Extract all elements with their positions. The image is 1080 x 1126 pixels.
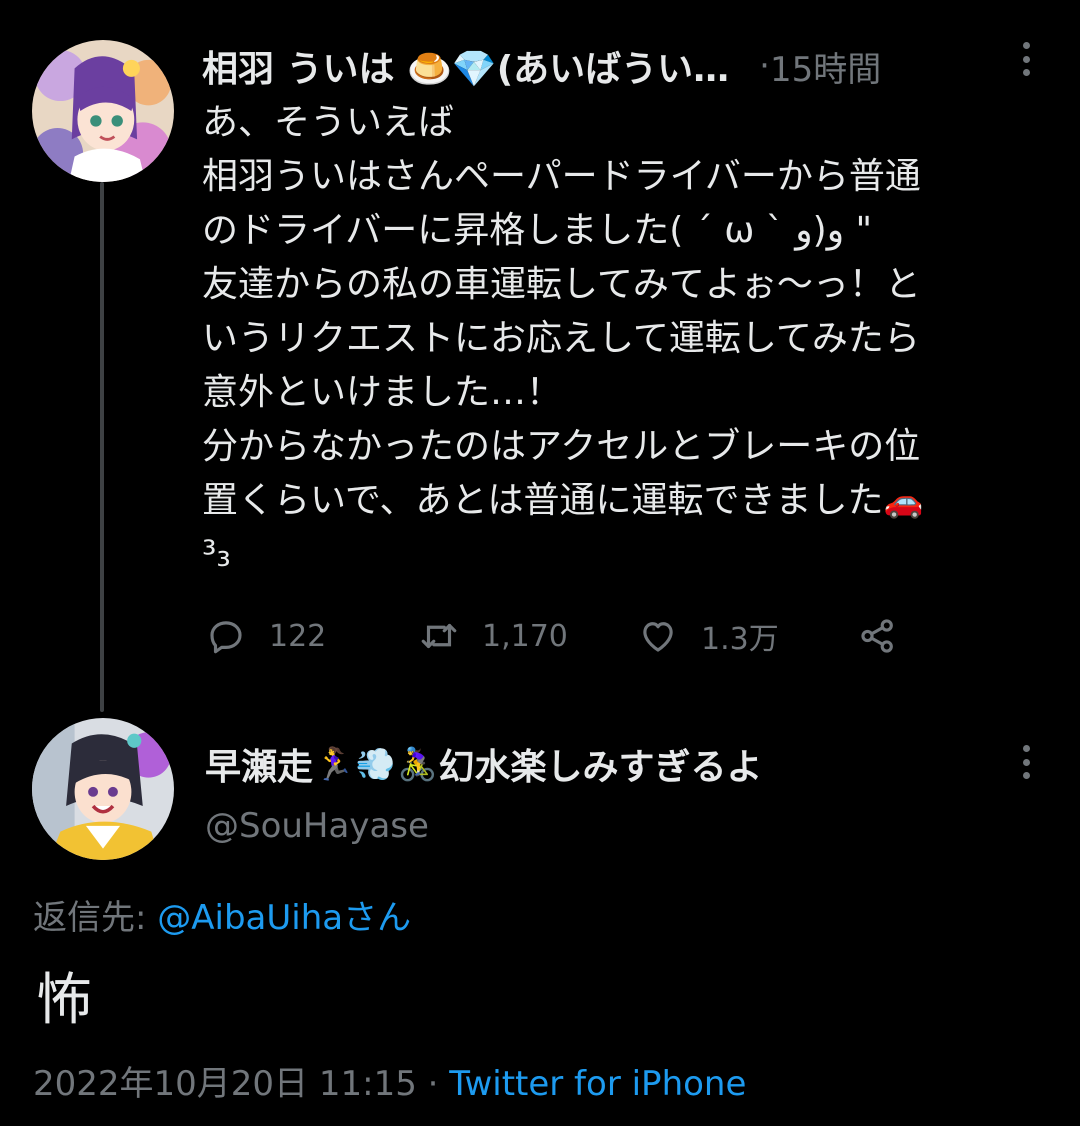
tweet-line: 置くらいで、あとは普通に運転できました <box>202 480 884 521</box>
reply-button[interactable]: 122 <box>205 608 326 664</box>
tweet-line: 分からなかったのはアクセルとブレーキの位 <box>202 426 921 467</box>
avatar-sou-hayase[interactable] <box>32 718 174 860</box>
more-vertical-icon[interactable] <box>1019 42 1033 76</box>
retweet-button[interactable]: 1,170 <box>418 608 568 664</box>
source-client-link[interactable]: Twitter for iPhone <box>449 1064 746 1104</box>
replying-to: 返信先: @AibaUihaさん <box>33 890 411 939</box>
thread-connector-line <box>100 182 104 712</box>
share-button[interactable] <box>857 608 899 664</box>
reply-display-name[interactable]: 早瀬走 🏃‍♀️ 💨 🚴‍♀️ 幻水楽しみすぎるよ <box>205 736 763 792</box>
tweet-line: のドライバーに昇格しました( ˊ ω ˋ و)و " <box>202 210 873 251</box>
car-emoji: 🚗 <box>883 482 924 520</box>
heart-icon <box>643 622 673 652</box>
time-separator: · <box>759 46 770 86</box>
more-vertical-icon[interactable] <box>1019 745 1033 779</box>
like-count: 1.3万 <box>701 622 779 657</box>
reply-tweet-text: 怖 <box>36 968 92 1033</box>
retweet-count: 1,170 <box>482 618 568 654</box>
avatar-image <box>32 40 174 182</box>
tweet-action-bar: 122 1,170 1.3万 <box>205 608 965 664</box>
display-name-text: 幻水楽しみすぎるよ <box>438 747 763 788</box>
retweet-icon <box>421 623 457 649</box>
tweet-line: あ、そういえば <box>202 102 455 143</box>
avatar-image <box>32 718 174 860</box>
like-button[interactable]: 1.3万 <box>637 608 779 664</box>
cyclist-emoji: 🚴‍♀️ <box>397 745 438 783</box>
replying-to-label: 返信先: <box>33 898 158 938</box>
tweet-line: いうリクエストにお応えして運転してみたら <box>202 318 920 359</box>
share-icon <box>861 619 893 653</box>
tweet-line-with-emoji: 置くらいで、あとは普通に運転できました🚗 <box>202 474 1062 528</box>
parent-timestamp[interactable]: 15時間 <box>770 42 881 91</box>
tweet-timestamp[interactable]: 2022年10月20日 11:15 <box>33 1064 417 1104</box>
meta-separator: · <box>416 1064 450 1104</box>
reply-icon <box>210 621 242 654</box>
dash-emoji: 💨 <box>355 745 396 783</box>
reply-count: 122 <box>269 618 327 654</box>
tweet-line: ³₃ <box>202 534 231 575</box>
tweet-line: 相羽ういはさんペーパードライバーから普通 <box>202 156 921 197</box>
replying-to-link[interactable]: @AibaUihaさん <box>157 898 411 938</box>
tweet-line: 友達からの私の車運転してみてよぉ〜っ！と <box>202 264 921 305</box>
runner-emoji: 🏃‍♀️ <box>314 745 354 783</box>
tweet-line: 意外といけました…！ <box>202 372 563 413</box>
tweet-meta: 2022年10月20日 11:15 · Twitter for iPhone <box>33 1056 746 1105</box>
reply-handle[interactable]: @SouHayase <box>205 806 429 846</box>
display-name-text: 早瀬走 <box>205 747 314 788</box>
avatar-aiba-uiha[interactable] <box>32 40 174 182</box>
parent-display-name[interactable]: 相羽 ういは 🍮💎(あいばうい… <box>202 40 729 92</box>
parent-tweet-header: 相羽 ういは 🍮💎(あいばうい… · 15時間 <box>202 38 1042 94</box>
parent-tweet-text: あ、そういえば 相羽ういはさんペーパードライバーから普通 のドライバーに昇格しま… <box>202 96 1062 582</box>
